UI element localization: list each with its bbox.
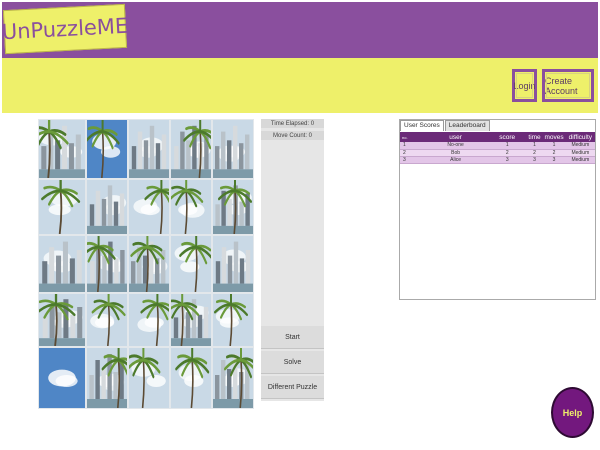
cell-moves: 2 <box>542 149 566 157</box>
sky-tile-icon <box>39 348 85 408</box>
palm-tile-icon <box>213 348 253 408</box>
time-elapsed: Time Elapsed: 0 <box>261 119 324 128</box>
cell-score: 1 <box>487 142 527 150</box>
help-button[interactable]: Help <box>551 387 594 438</box>
puzzle-tile[interactable] <box>212 347 254 409</box>
cell-user: Alice <box>423 156 488 164</box>
puzzle-tile[interactable] <box>212 235 254 293</box>
table-row: 2 Bob 2 2 2 Medium <box>400 149 595 157</box>
puzzle-tile[interactable] <box>38 347 86 409</box>
cell-user: No-one <box>423 142 488 150</box>
city-tile-icon <box>129 120 169 178</box>
city-tile-icon <box>213 236 253 292</box>
scores-table: no. user score time moves difficulty 1 N… <box>400 132 595 164</box>
column-header-time: time <box>526 132 543 142</box>
puzzle-tile[interactable] <box>38 235 86 293</box>
puzzle-tile[interactable] <box>128 293 170 347</box>
cell-difficulty: Medium <box>565 149 595 157</box>
move-count: Move Count: 0 <box>261 131 324 140</box>
puzzle-tile[interactable] <box>212 119 254 179</box>
palm-tile-icon <box>129 348 169 408</box>
sky-tile-icon <box>87 120 127 178</box>
cell-difficulty: Medium <box>565 156 595 164</box>
nav-bar <box>2 58 598 113</box>
scores-panel: User Scores Leaderboard no. user score t… <box>399 119 596 300</box>
puzzle-tile[interactable] <box>86 235 128 293</box>
cell-no: 1 <box>400 142 424 150</box>
tab-user-scores[interactable]: User Scores <box>400 120 444 131</box>
palm-tile-icon <box>39 180 85 234</box>
palm-tile-icon <box>39 294 85 346</box>
puzzle-tile[interactable] <box>128 347 170 409</box>
cell-no: 3 <box>400 156 424 164</box>
palm-tile-icon <box>129 236 169 292</box>
different-puzzle-button[interactable]: Different Puzzle <box>261 376 324 399</box>
puzzle-tile[interactable] <box>38 119 86 179</box>
puzzle-tile[interactable] <box>170 179 212 235</box>
puzzle-tile[interactable] <box>128 179 170 235</box>
city-tile-icon <box>87 236 127 292</box>
palm-tile-icon <box>171 180 211 234</box>
login-button[interactable]: Login <box>512 69 537 102</box>
puzzle-tile[interactable] <box>212 293 254 347</box>
puzzle-tile[interactable] <box>170 293 212 347</box>
palm-tile-icon <box>213 294 253 346</box>
palm-tile-icon <box>213 180 253 234</box>
table-row: 3 Alice 3 3 3 Medium <box>400 156 595 164</box>
table-row: 1 No-one 1 1 1 Medium <box>400 142 595 150</box>
page: { "header": { "logo_text": "UnPuzzleME",… <box>0 0 600 450</box>
palm-tile-icon <box>171 294 211 346</box>
puzzle-board[interactable] <box>38 119 254 409</box>
palm-tile-icon <box>171 236 211 292</box>
city-tile-icon <box>87 348 127 408</box>
palm-tile-icon <box>129 294 169 346</box>
cell-score: 3 <box>487 156 527 164</box>
cell-no: 2 <box>400 149 424 157</box>
puzzle-tile[interactable] <box>38 179 86 235</box>
palm-tile-icon <box>39 120 85 178</box>
cell-time: 3 <box>526 156 543 164</box>
cell-user: Bob <box>423 149 488 157</box>
puzzle-tile[interactable] <box>212 179 254 235</box>
puzzle-tile[interactable] <box>128 235 170 293</box>
palm-tile-icon <box>171 348 211 408</box>
column-header-difficulty: difficulty <box>565 132 595 142</box>
puzzle-tile[interactable] <box>170 119 212 179</box>
puzzle-tile[interactable] <box>38 293 86 347</box>
column-header-score: score <box>487 132 527 142</box>
column-header-moves: moves <box>542 132 566 142</box>
cell-time: 2 <box>526 149 543 157</box>
palm-tile-icon <box>129 180 169 234</box>
table-header-row: no. user score time moves difficulty <box>400 132 595 142</box>
puzzle-tile[interactable] <box>86 179 128 235</box>
palm-tile-icon <box>87 294 127 346</box>
puzzle-tile[interactable] <box>86 293 128 347</box>
logo: UnPuzzleME <box>1 3 129 55</box>
start-button[interactable]: Start <box>261 326 324 349</box>
city-tile-icon <box>87 180 127 234</box>
puzzle-tile[interactable] <box>86 119 128 179</box>
cell-moves: 3 <box>542 156 566 164</box>
puzzle-tile[interactable] <box>128 119 170 179</box>
scores-tabs: User Scores Leaderboard <box>400 120 491 131</box>
logo-text: UnPuzzleME <box>1 13 129 45</box>
solve-button[interactable]: Solve <box>261 351 324 374</box>
tab-leaderboard[interactable]: Leaderboard <box>444 120 490 131</box>
column-header-user: user <box>423 132 488 142</box>
cell-moves: 1 <box>542 142 566 150</box>
cell-difficulty: Medium <box>565 142 595 150</box>
cell-time: 1 <box>526 142 543 150</box>
city-tile-icon <box>213 120 253 178</box>
puzzle-tile[interactable] <box>86 347 128 409</box>
puzzle-tile[interactable] <box>170 235 212 293</box>
city-tile-icon <box>171 120 211 178</box>
create-account-button[interactable]: Create Account <box>542 69 594 102</box>
puzzle-tile[interactable] <box>170 347 212 409</box>
city-tile-icon <box>39 236 85 292</box>
column-header-no: no. <box>400 132 424 142</box>
cell-score: 2 <box>487 149 527 157</box>
